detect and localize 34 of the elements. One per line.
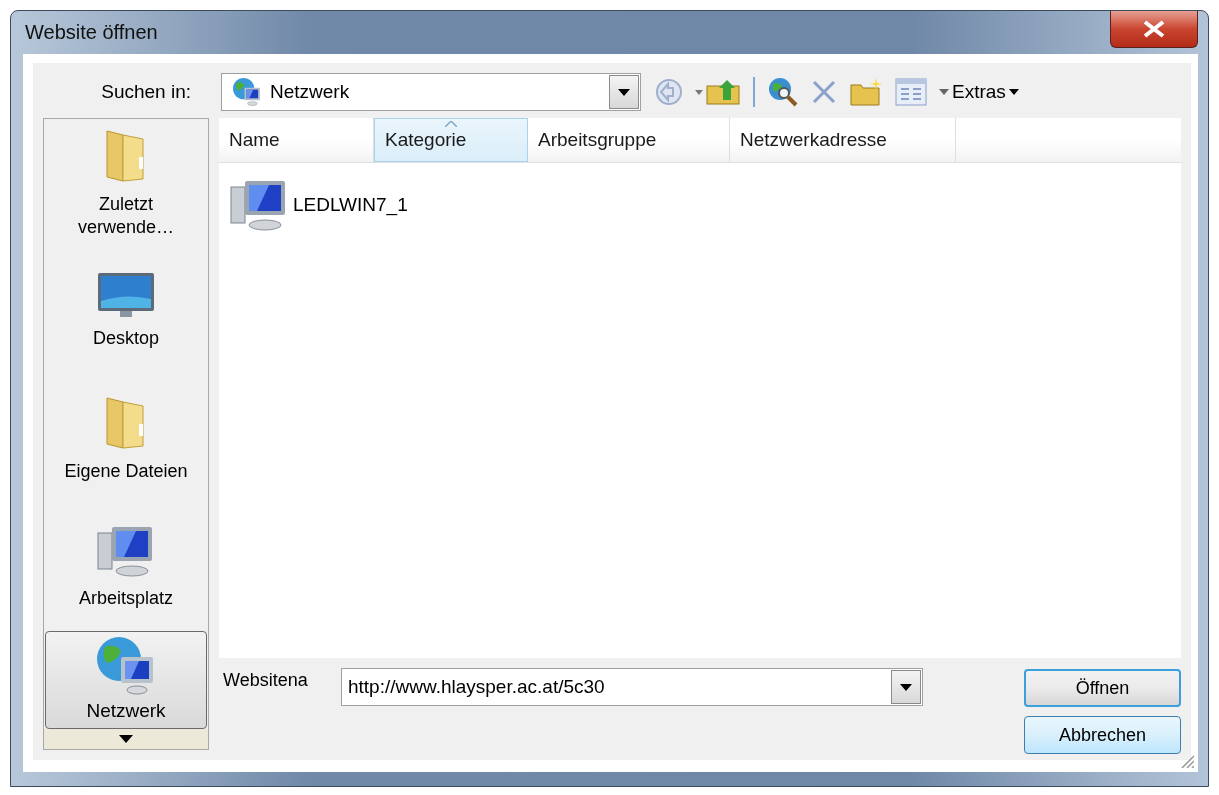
look-in-dropdown[interactable]: Netzwerk bbox=[221, 73, 641, 111]
caret-icon bbox=[900, 683, 912, 691]
globe-search-icon[interactable] bbox=[767, 76, 799, 108]
column-header[interactable]: Netzwerkadresse bbox=[730, 118, 956, 162]
back-icon[interactable] bbox=[655, 78, 683, 106]
places-item[interactable]: Zuletzt verwende… bbox=[44, 119, 208, 247]
file-name[interactable]: LEDLWIN7_1 bbox=[293, 194, 408, 216]
up-folder-icon[interactable] bbox=[695, 78, 741, 106]
caret-icon bbox=[1008, 89, 1019, 95]
places-item[interactable]: Desktop bbox=[44, 247, 208, 375]
places-item[interactable]: Arbeitsplatz bbox=[44, 503, 208, 631]
view-menu-icon[interactable] bbox=[895, 78, 927, 106]
close-button[interactable] bbox=[1110, 11, 1198, 48]
places-item[interactable]: Eigene Dateien bbox=[44, 375, 208, 503]
caret-icon bbox=[119, 735, 133, 743]
look-in-label: Suchen in: bbox=[100, 81, 192, 103]
delete-icon[interactable] bbox=[811, 79, 837, 105]
url-combo-box[interactable]: http://www.hlaysper.ac.at/5c30 bbox=[341, 668, 923, 706]
desktop-icon bbox=[96, 271, 156, 320]
new-folder-icon[interactable] bbox=[849, 77, 883, 107]
caret-icon bbox=[939, 89, 949, 95]
dialog-button[interactable]: Öffnen bbox=[1024, 669, 1181, 707]
column-header[interactable]: Arbeitsgruppe bbox=[528, 118, 730, 162]
caret-icon bbox=[618, 88, 630, 96]
places-item[interactable]: Netzwerk bbox=[45, 631, 207, 729]
url-field[interactable]: http://www.hlaysper.ac.at/5c30 bbox=[342, 675, 890, 699]
column-header[interactable]: Kategorie bbox=[374, 118, 528, 162]
resize-grip-icon[interactable] bbox=[1180, 754, 1194, 768]
dialog-button[interactable]: Abbrechen bbox=[1024, 716, 1181, 754]
close-icon bbox=[1142, 20, 1166, 38]
filename-label: Websitena bbox=[222, 669, 309, 691]
window-title: Website öffnen bbox=[24, 21, 158, 44]
network-icon bbox=[232, 77, 262, 107]
extras-menu[interactable]: Extras bbox=[939, 81, 1019, 103]
